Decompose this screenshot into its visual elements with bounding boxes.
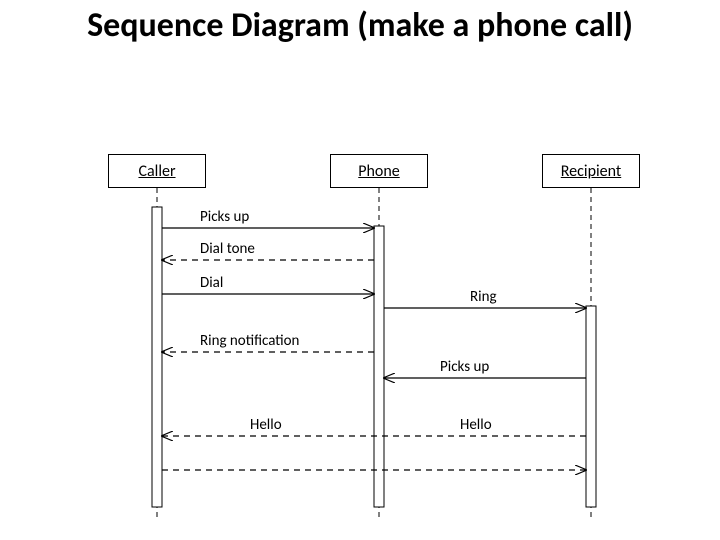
activation-caller <box>152 207 162 507</box>
label-ring: Ring <box>470 288 497 306</box>
label-picks-up-2: Picks up <box>440 358 489 376</box>
label-ring-notification: Ring notification <box>200 332 299 350</box>
sequence-diagram-svg <box>0 0 720 540</box>
label-hello-1: Hello <box>250 416 282 434</box>
activation-phone <box>374 226 384 507</box>
label-picks-up-1: Picks up <box>200 208 249 226</box>
label-hello-2: Hello <box>460 416 492 434</box>
label-dial: Dial <box>200 274 223 292</box>
slide: Sequence Diagram (make a phone call) Cal… <box>0 0 720 540</box>
label-dial-tone: Dial tone <box>200 240 255 258</box>
activation-recipient <box>586 306 596 507</box>
